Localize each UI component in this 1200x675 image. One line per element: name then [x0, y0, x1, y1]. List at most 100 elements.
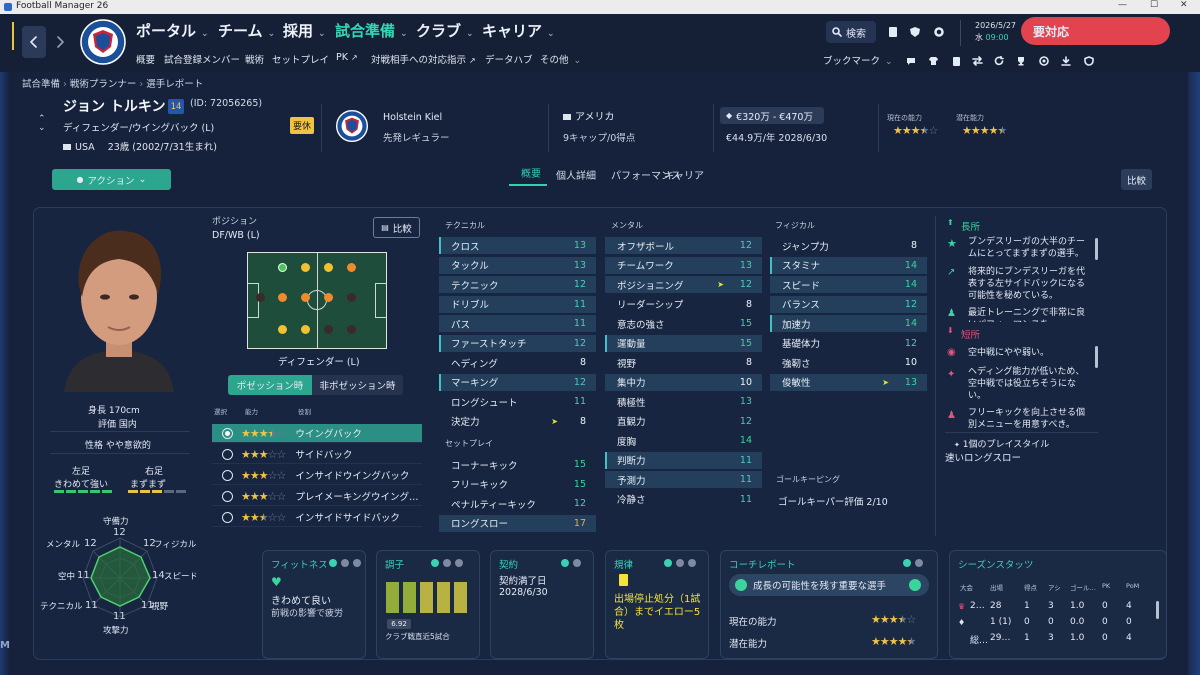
- role-radio[interactable]: [222, 427, 233, 439]
- attribute-row[interactable]: 強靭さ 10: [770, 354, 927, 371]
- ball-icon[interactable]: [1037, 54, 1051, 68]
- chevron-down-icon[interactable]: ⌄: [38, 124, 46, 133]
- player-switcher[interactable]: ⌃ ⌄: [38, 115, 46, 133]
- subnav-overview[interactable]: 概要: [136, 52, 155, 66]
- search-button[interactable]: 検索: [826, 21, 876, 43]
- discipline-card[interactable]: 規律 出場停止処分（1試合）までイエロー5枚: [605, 550, 709, 659]
- subnav-tactics[interactable]: 戦術: [245, 52, 264, 66]
- attribute-row[interactable]: 直観力 12: [605, 413, 762, 430]
- coach-report-card[interactable]: コーチレポート 成長の可能性を残す重要な選手 現在の能力 ★★★★☆ 潜在能力 …: [720, 550, 938, 659]
- clipboard-icon[interactable]: [949, 54, 963, 68]
- attribute-row[interactable]: ファーストタッチ 12: [439, 334, 596, 352]
- attribute-row[interactable]: ロングスロー 17: [439, 514, 596, 532]
- attribute-row[interactable]: バランス 12: [770, 295, 927, 313]
- attribute-row[interactable]: パス 11: [439, 315, 596, 332]
- attribute-row[interactable]: マーキング 12: [439, 373, 596, 391]
- refresh-icon[interactable]: [992, 54, 1006, 68]
- attribute-row[interactable]: ドリブル 11: [439, 295, 596, 313]
- season-stats-card[interactable]: シーズンスタッツ 大会 出場 得点 アシ ゴール… PK PoM 2… 28 1 3 1.0 0 4 ♛ 1 …: [949, 550, 1167, 659]
- nav-team[interactable]: チーム ⌄: [218, 20, 275, 41]
- attribute-row[interactable]: 冷静さ 11: [605, 491, 762, 508]
- attribute-row[interactable]: スタミナ 14: [770, 256, 927, 274]
- subnav-squad-selection[interactable]: 試合登録メンバー: [164, 52, 240, 66]
- notebook-icon[interactable]: [884, 23, 902, 41]
- attribute-row[interactable]: タックル 13: [439, 256, 596, 274]
- message-icon[interactable]: [904, 54, 918, 68]
- role-radio[interactable]: [222, 511, 233, 523]
- tab-career[interactable]: キャリア: [664, 167, 704, 182]
- subnav-data-hub[interactable]: データハブ: [485, 52, 533, 66]
- role-row[interactable]: ★★★☆☆ プレイメーキングウイング…: [212, 487, 422, 506]
- attribute-row[interactable]: テクニック 12: [439, 276, 596, 293]
- trophy-icon[interactable]: [1014, 54, 1028, 68]
- attribute-row[interactable]: ➤ 俊敏性 13: [770, 373, 927, 391]
- breadcrumb-item[interactable]: 戦術プランナー: [70, 79, 137, 90]
- breadcrumb-item[interactable]: 試合準備: [22, 79, 60, 90]
- attribute-row[interactable]: 基礎体力 12: [770, 335, 927, 352]
- nav-match-prep[interactable]: 試合準備 ⌄: [335, 20, 408, 41]
- nav-career[interactable]: キャリア ⌄: [482, 20, 555, 41]
- attribute-row[interactable]: 運動量 15: [605, 334, 762, 352]
- club-name[interactable]: Holstein Kiel: [383, 112, 442, 123]
- fitness-card[interactable]: フィットネス ♥ きわめて良い 前戦の影響で疲労: [262, 550, 366, 659]
- attribute-row[interactable]: 積極性 13: [605, 393, 762, 410]
- out-of-possession-toggle[interactable]: 非ポゼッション時: [312, 375, 403, 395]
- attribute-row[interactable]: コーナーキック 15: [439, 456, 596, 473]
- attribute-row[interactable]: 視野 8: [605, 354, 762, 371]
- attribute-row[interactable]: チームワーク 13: [605, 256, 762, 274]
- attribute-row[interactable]: ペナルティーキック 12: [439, 495, 596, 512]
- role-radio[interactable]: [222, 448, 233, 460]
- attribute-row[interactable]: ➤ 決定力 8: [439, 413, 596, 430]
- transfer-icon[interactable]: [970, 54, 984, 68]
- role-radio[interactable]: [222, 490, 233, 502]
- subnav-opposition[interactable]: 対戦相手への対応指示 ↗: [371, 52, 476, 66]
- attribute-row[interactable]: リーダーシップ 8: [605, 296, 762, 313]
- attribute-row[interactable]: ジャンプ力 8: [770, 237, 927, 254]
- attribute-row[interactable]: オフザボール 12: [605, 237, 762, 254]
- forward-button[interactable]: [48, 26, 72, 58]
- tab-personal[interactable]: 個人詳細: [556, 167, 596, 182]
- attribute-row[interactable]: 判断力 11: [605, 451, 762, 469]
- bookmark-dropdown[interactable]: ブックマーク ⌄: [823, 53, 893, 67]
- subnav-more[interactable]: その他 ⌄: [540, 52, 581, 66]
- attribute-row[interactable]: クロス 13: [439, 237, 596, 254]
- action-button[interactable]: ● アクション ⌄: [52, 169, 171, 190]
- attribute-row[interactable]: フリーキック 15: [439, 476, 596, 493]
- subnav-set-pieces[interactable]: セットプレイ: [272, 52, 329, 66]
- nationality[interactable]: アメリカ: [563, 108, 615, 123]
- scrollbar[interactable]: [1156, 601, 1159, 619]
- tab-overview[interactable]: 概要: [521, 165, 541, 180]
- club-badge-icon[interactable]: [906, 23, 924, 41]
- role-row[interactable]: ★★★☆☆ インサイドウイングバック: [212, 466, 422, 485]
- back-button[interactable]: [22, 26, 46, 58]
- contract-card[interactable]: 契約 契約満了日 2028/6/30: [490, 550, 594, 659]
- attribute-row[interactable]: スピード 14: [770, 276, 927, 293]
- shirt-icon[interactable]: [926, 54, 940, 68]
- nav-recruitment[interactable]: 採用 ⌄: [283, 20, 326, 41]
- action-required-button[interactable]: 要対応: [1021, 17, 1170, 45]
- attribute-row[interactable]: ➤ ポジショニング 12: [605, 276, 762, 293]
- role-row[interactable]: ★★★★☆ ウイングバック: [212, 424, 422, 443]
- attribute-row[interactable]: ヘディング 8: [439, 354, 596, 371]
- attribute-row[interactable]: ロングシュート 11: [439, 393, 596, 410]
- nav-portal[interactable]: ポータル ⌄: [136, 20, 209, 41]
- attribute-row[interactable]: 予測力 11: [605, 471, 762, 488]
- shield-icon[interactable]: [1082, 54, 1096, 68]
- attribute-row[interactable]: 度胸 14: [605, 432, 762, 449]
- close-icon[interactable]: ✕: [1180, 0, 1188, 10]
- in-possession-toggle[interactable]: ポゼッション時: [228, 375, 312, 395]
- nav-club[interactable]: クラブ ⌄: [416, 20, 474, 41]
- role-row[interactable]: ★★★☆☆ インサイドサイドバック: [212, 508, 422, 527]
- status-badge[interactable]: 要休: [290, 117, 314, 134]
- club-crest-icon[interactable]: [336, 110, 368, 142]
- club-crest-icon[interactable]: [80, 19, 126, 65]
- attribute-row[interactable]: 加速力 14: [770, 315, 927, 332]
- compare-button[interactable]: 比較: [1121, 169, 1152, 190]
- minimize-icon[interactable]: —: [1118, 0, 1127, 10]
- attribute-row[interactable]: 集中力 10: [605, 373, 762, 391]
- download-icon[interactable]: [1059, 54, 1073, 68]
- maximize-icon[interactable]: ☐: [1150, 0, 1158, 10]
- scrollbar[interactable]: [1095, 346, 1098, 368]
- position-compare-button[interactable]: ▤ 比較: [373, 217, 420, 238]
- scrollbar[interactable]: [1095, 238, 1098, 260]
